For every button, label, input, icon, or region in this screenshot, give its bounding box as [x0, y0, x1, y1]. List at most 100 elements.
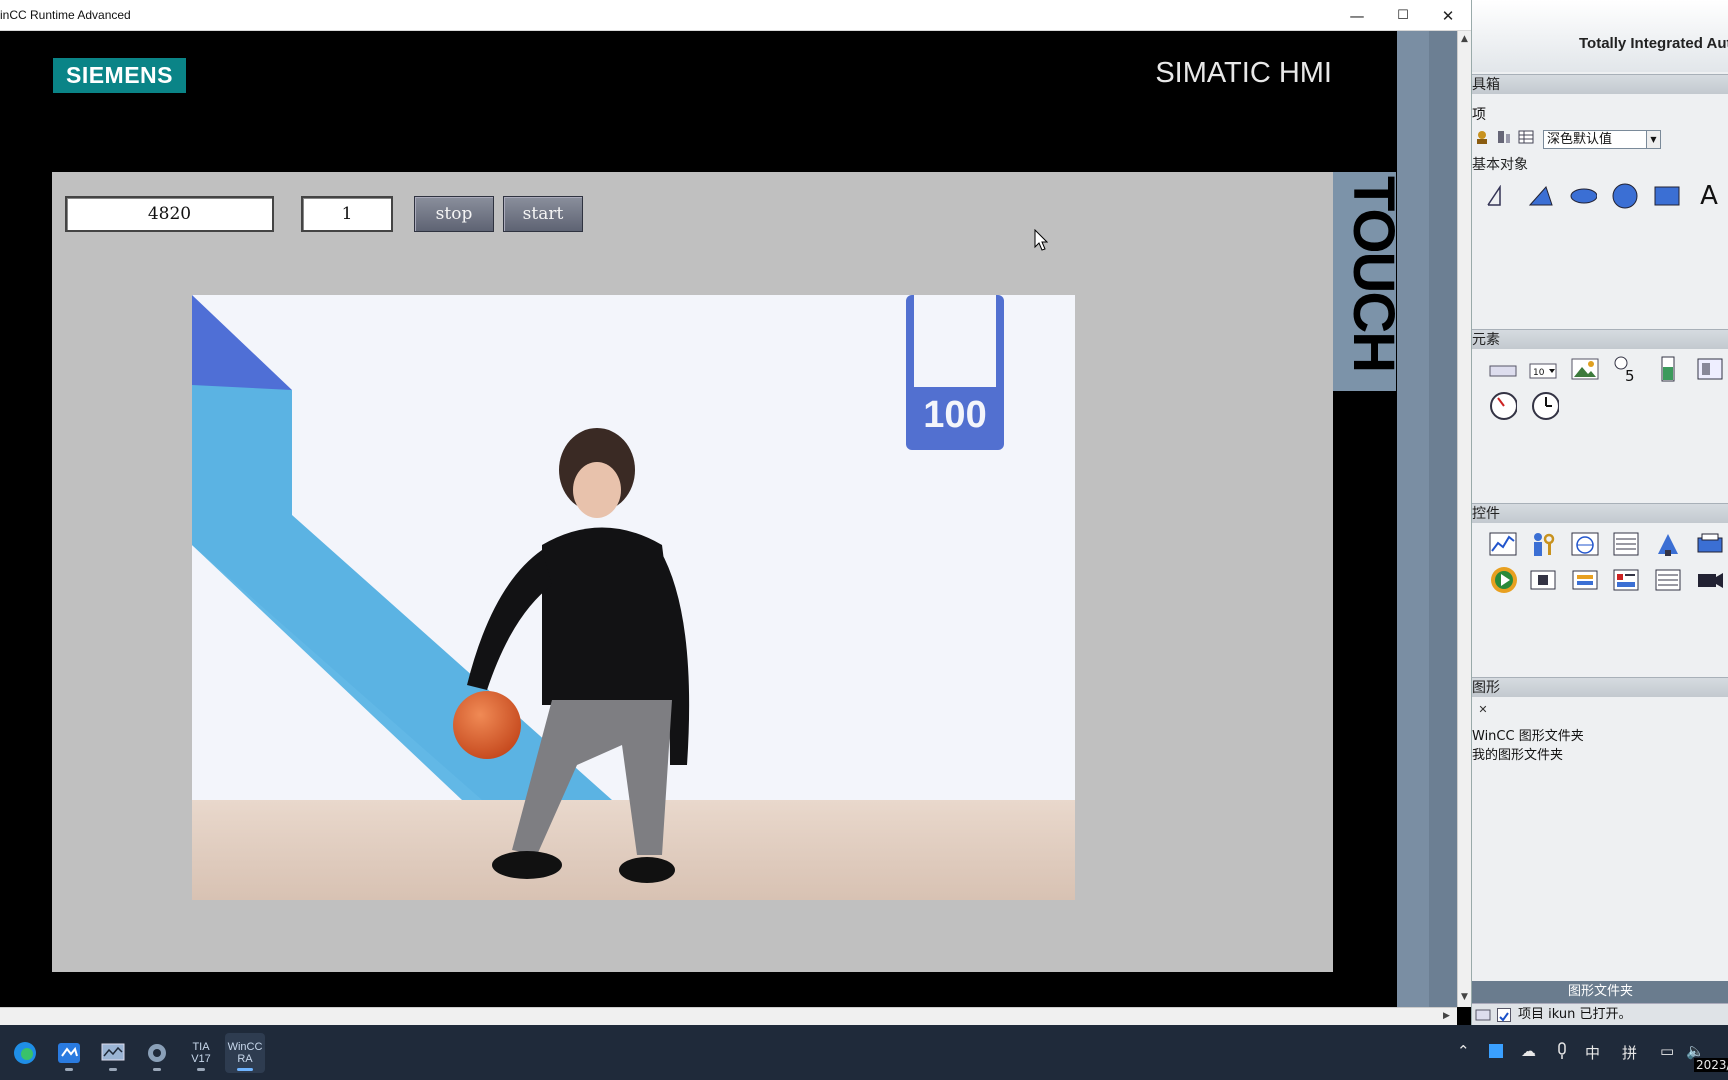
circle-icon[interactable]	[1611, 182, 1639, 210]
taskbar-running-indicator	[109, 1068, 117, 1071]
taskbar-edge[interactable]	[5, 1033, 45, 1073]
taskbar-running-indicator	[65, 1068, 73, 1071]
trend-view-icon[interactable]	[1489, 530, 1517, 558]
controls-header[interactable]: 控件	[1472, 503, 1728, 523]
taskbar-monitor-app[interactable]	[93, 1033, 133, 1073]
tree-item-wincc-graphics[interactable]: WinCC 图形文件夹	[1472, 725, 1584, 744]
graphics-folder-tab[interactable]: 图形文件夹	[1472, 981, 1728, 1003]
clock-date[interactable]: 2023/	[1694, 1058, 1728, 1072]
graphic-view-icon[interactable]	[1571, 355, 1599, 383]
line-icon[interactable]	[1485, 182, 1513, 210]
io-field-icon[interactable]: 10	[1529, 357, 1557, 385]
side-frame-inner	[1429, 31, 1457, 1007]
button-element-icon[interactable]	[1489, 357, 1517, 385]
runtime-window: inCC Runtime Advanced — ☐ ✕ SIEMENS SIMA…	[0, 0, 1471, 1025]
keyboard-icon[interactable]	[1475, 1007, 1491, 1025]
svg-text:100: 100	[923, 394, 986, 436]
taskbar-wincc-runtime[interactable]: WinCC RA	[225, 1033, 265, 1073]
system-diagnostics-icon[interactable]	[1612, 566, 1640, 594]
touch-panel-frame: TOUCH	[1333, 172, 1406, 972]
camera-view-icon[interactable]	[1696, 566, 1724, 594]
media-icon[interactable]	[1654, 530, 1682, 558]
tia-portal-icon: TIA V17	[191, 1041, 211, 1065]
io-field-counter[interactable]: 4820	[65, 196, 274, 232]
tray-network-tool-icon[interactable]	[1487, 1042, 1505, 1064]
status-bar: 项目 ikun 已打开。	[1472, 1003, 1728, 1025]
maximize-button[interactable]: ☐	[1380, 0, 1426, 31]
taskbar-blue-app[interactable]	[49, 1033, 89, 1073]
user-view-icon[interactable]	[1529, 530, 1557, 558]
scroll-right-icon[interactable]: ▶	[1443, 1011, 1450, 1021]
tia-header: Totally Integrated Auto	[1472, 0, 1728, 72]
taskbar-active-indicator	[237, 1068, 253, 1071]
stop-button[interactable]: stop	[414, 196, 494, 232]
io-field-state[interactable]: 1	[301, 196, 393, 232]
style-icon[interactable]	[1472, 126, 1492, 148]
gauge-icon[interactable]	[1489, 392, 1517, 420]
touch-label: TOUCH	[1341, 176, 1406, 372]
start-button[interactable]: start	[503, 196, 583, 232]
wincc-runtime-icon: WinCC RA	[227, 1041, 263, 1065]
hmi-screen: 4820 1 stop start 100	[52, 172, 1333, 972]
bar-icon[interactable]	[1654, 355, 1682, 383]
style-select-value: 深色默认值	[1547, 132, 1613, 147]
touch-label-box: TOUCH	[1333, 172, 1406, 391]
ime-mode-indicator[interactable]: 拼	[1622, 1042, 1637, 1063]
text-field-icon[interactable]: A	[1695, 181, 1723, 211]
graphics-header[interactable]: 图形	[1472, 677, 1728, 697]
svg-text:10: 10	[1533, 368, 1545, 378]
scroll-up-icon[interactable]: ▲	[1461, 34, 1468, 44]
taskbar-running-indicator	[153, 1068, 161, 1071]
display-icon[interactable]: ▭	[1660, 1042, 1674, 1060]
close-icon[interactable]: ✕	[1472, 701, 1494, 717]
clock-icon[interactable]	[1531, 392, 1559, 420]
scroll-down-icon[interactable]: ▼	[1461, 992, 1468, 1002]
status-force-icon[interactable]	[1696, 530, 1724, 558]
horizontal-scrollbar[interactable]: ▶	[0, 1007, 1457, 1025]
rectangle-icon[interactable]	[1653, 182, 1681, 210]
mouse-cursor-icon	[1034, 229, 1048, 251]
gear-icon	[148, 1044, 166, 1062]
chevron-up-icon[interactable]: ⌃	[1457, 1042, 1470, 1060]
html-browser-icon[interactable]	[1571, 530, 1599, 558]
desktop: inCC Runtime Advanced — ☐ ✕ SIEMENS SIMA…	[0, 0, 1728, 1080]
date-time-field-icon[interactable]: 5	[1612, 355, 1640, 383]
microphone-icon[interactable]	[1555, 1042, 1569, 1064]
edge-icon	[14, 1042, 36, 1064]
ime-language-indicator[interactable]: 中	[1585, 1042, 1600, 1063]
alarm-view-icon[interactable]	[1654, 566, 1682, 594]
blue-app-icon	[58, 1043, 80, 1063]
vertical-scrollbar[interactable]: ▲ ▼	[1457, 31, 1471, 1007]
style-list-icon[interactable]	[1494, 126, 1514, 148]
toolbox-header[interactable]: 具箱	[1472, 74, 1728, 94]
close-button[interactable]: ✕	[1425, 0, 1471, 31]
media-player-icon[interactable]	[1489, 566, 1517, 594]
runtime-window-title: inCC Runtime Advanced	[0, 8, 131, 22]
svg-text:5: 5	[1625, 367, 1635, 383]
runtime-titlebar[interactable]: inCC Runtime Advanced — ☐ ✕	[0, 0, 1471, 31]
table-icon[interactable]	[1516, 126, 1536, 148]
taskbar-tia-portal[interactable]: TIA V17	[181, 1033, 221, 1073]
ellipse-icon[interactable]	[1569, 182, 1597, 210]
polygon-icon[interactable]	[1527, 182, 1555, 210]
options-label: 项	[1472, 107, 1486, 123]
cloud-offline-icon[interactable]: ☁	[1521, 1042, 1536, 1060]
video-frame: 100	[192, 295, 1075, 900]
minimize-button[interactable]: —	[1334, 0, 1380, 31]
taskbar-settings[interactable]	[137, 1033, 177, 1073]
basic-objects-header[interactable]: 基本对象	[1472, 155, 1728, 175]
switch-icon[interactable]	[1696, 355, 1724, 383]
tree-item-my-graphics[interactable]: 我的图形文件夹	[1472, 744, 1563, 763]
status-check-icon	[1497, 1008, 1511, 1022]
chevron-down-icon[interactable]: ▼	[1646, 131, 1660, 148]
status-text: 项目 ikun 已打开。	[1518, 1007, 1632, 1022]
elements-header[interactable]: 元素	[1472, 329, 1728, 349]
recipe-view-icon[interactable]	[1612, 530, 1640, 558]
tia-toolbox-panel: Totally Integrated Auto 具箱 项 深色默认值 ▼ 基本对…	[1471, 0, 1728, 1025]
hmi-title: SIMATIC HMI	[1155, 57, 1332, 89]
taskbar-running-indicator	[197, 1068, 205, 1071]
diagnostics-view-icon[interactable]	[1571, 566, 1599, 594]
video-image: 100	[192, 295, 1075, 900]
plc-code-view-icon[interactable]	[1529, 566, 1557, 594]
style-select[interactable]: 深色默认值 ▼	[1543, 130, 1661, 149]
